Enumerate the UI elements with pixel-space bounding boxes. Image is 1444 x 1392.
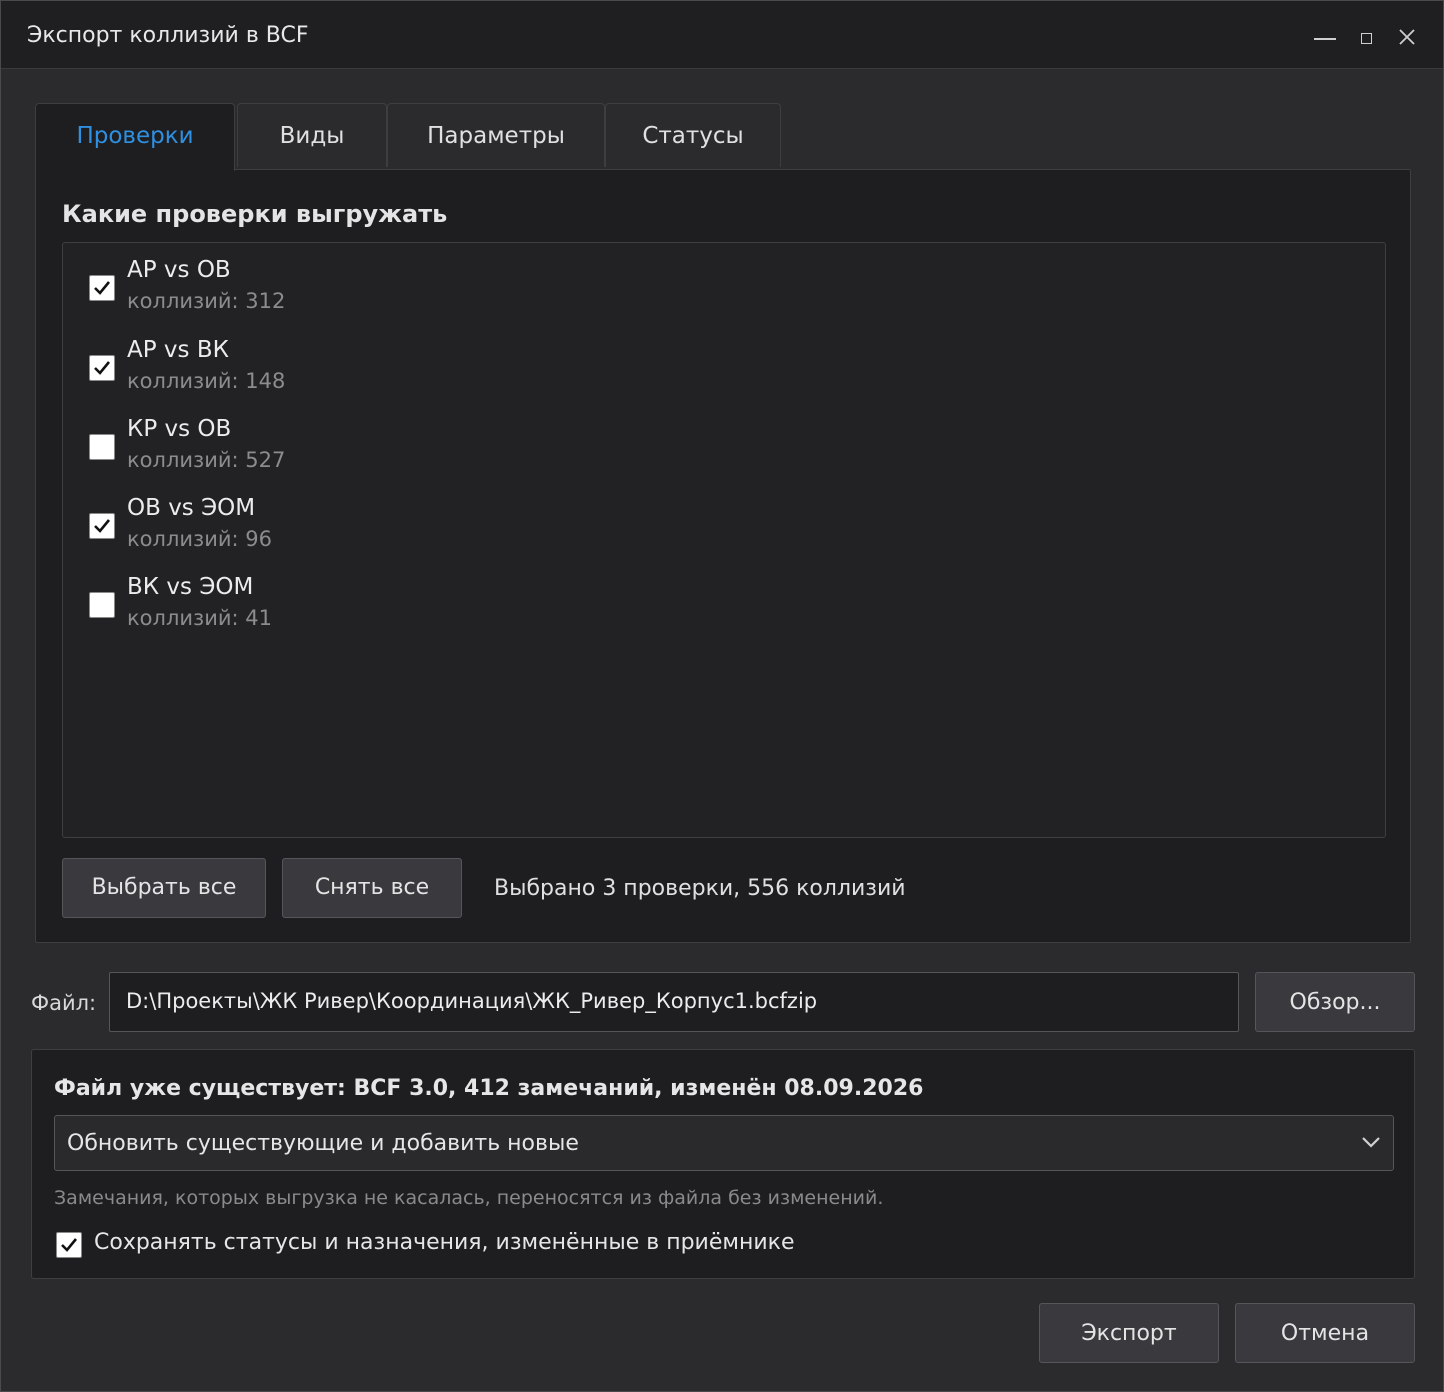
check-item-count: коллизий: 527 [127, 448, 286, 472]
merge-mode-value: Обновить существующие и добавить новые [67, 1131, 579, 1156]
tab-parameters[interactable]: Параметры [387, 103, 605, 167]
select-all-button[interactable]: Выбрать все [62, 858, 266, 918]
file-label: Файл: [31, 991, 97, 1015]
checks-list: АР vs ОВ коллизий: 312 АР vs ВК коллизий… [62, 242, 1386, 838]
check-item-checkbox[interactable] [89, 275, 115, 301]
check-item-checkbox[interactable] [89, 513, 115, 539]
checks-section-title: Какие проверки выгружать [62, 200, 448, 228]
existing-file-title: Файл уже существует: BCF 3.0, 412 замеча… [54, 1076, 924, 1101]
check-item-checkbox[interactable] [89, 434, 115, 460]
merge-mode-select[interactable]: Обновить существующие и добавить новые [54, 1115, 1394, 1171]
check-item-count: коллизий: 148 [127, 369, 286, 393]
checks-panel: Какие проверки выгружать АР vs ОВ коллиз… [35, 169, 1411, 943]
chevron-down-icon [1361, 1134, 1381, 1153]
title-bar: Экспорт коллизий в BCF [1, 1, 1443, 69]
check-item[interactable]: АР vs ВК коллизий: 148 [87, 337, 487, 407]
file-path-input[interactable]: D:\Проекты\ЖК Ривер\Координация\ЖК_Ривер… [109, 972, 1239, 1032]
tab-checks[interactable]: Проверки [35, 103, 235, 171]
keep-statuses-checkbox[interactable] [54, 1230, 84, 1260]
checkmark-icon [56, 1232, 82, 1258]
export-button[interactable]: Экспорт [1039, 1303, 1219, 1363]
tab-statuses[interactable]: Статусы [605, 103, 781, 167]
check-item-checkbox[interactable] [89, 592, 115, 618]
browse-button[interactable]: Обзор... [1255, 972, 1415, 1032]
check-item-checkbox[interactable] [89, 355, 115, 381]
export-dialog: Экспорт коллизий в BCF Проверки Виды Пар… [0, 0, 1444, 1392]
check-item[interactable]: КР vs ОВ коллизий: 527 [87, 416, 487, 486]
check-item[interactable]: ВК vs ЭОМ коллизий: 41 [87, 574, 487, 644]
cancel-button[interactable]: Отмена [1235, 1303, 1415, 1363]
window-title: Экспорт коллизий в BCF [27, 23, 309, 48]
check-item[interactable]: ОВ vs ЭОМ коллизий: 96 [87, 495, 487, 565]
check-item-count: коллизий: 96 [127, 527, 272, 551]
close-icon[interactable] [1389, 19, 1425, 55]
keep-statuses-label[interactable]: Сохранять статусы и назначения, изменённ… [94, 1230, 794, 1255]
check-item-count: коллизий: 312 [127, 289, 286, 313]
clear-all-button[interactable]: Снять все [282, 858, 462, 918]
existing-file-panel: Файл уже существует: BCF 3.0, 412 замеча… [31, 1049, 1415, 1279]
check-item-name: ОВ vs ЭОМ [127, 495, 256, 521]
check-item[interactable]: АР vs ОВ коллизий: 312 [87, 257, 487, 327]
check-item-name: КР vs ОВ [127, 416, 232, 442]
check-item-count: коллизий: 41 [127, 606, 272, 630]
check-item-name: АР vs ВК [127, 337, 229, 363]
check-item-name: ВК vs ЭОМ [127, 574, 254, 600]
merge-hint: Замечания, которых выгрузка не касалась,… [54, 1187, 884, 1209]
tab-views[interactable]: Виды [237, 103, 387, 167]
check-item-name: АР vs ОВ [127, 257, 231, 283]
selection-summary: Выбрано 3 проверки, 556 коллизий [494, 876, 906, 901]
minimize-icon[interactable] [1307, 19, 1343, 55]
maximize-icon[interactable] [1349, 19, 1385, 55]
